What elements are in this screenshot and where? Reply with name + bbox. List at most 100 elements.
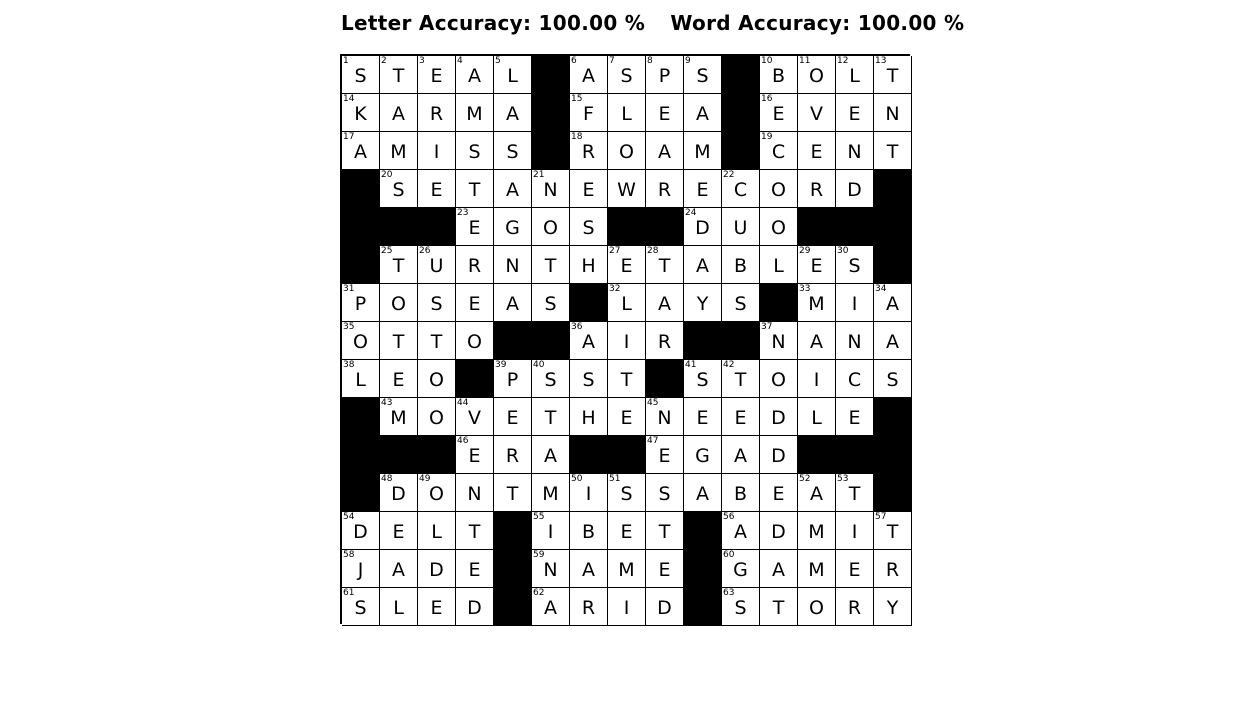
grid-cell[interactable]: B: [722, 246, 760, 284]
grid-cell[interactable]: G: [494, 208, 532, 246]
grid-cell[interactable]: L: [608, 94, 646, 132]
grid-cell[interactable]: A: [570, 550, 608, 588]
grid-cell[interactable]: Y: [684, 284, 722, 322]
grid-cell[interactable]: D: [760, 512, 798, 550]
grid-cell[interactable]: R: [798, 170, 836, 208]
grid-cell[interactable]: A: [760, 550, 798, 588]
grid-cell[interactable]: 6A: [570, 56, 608, 94]
grid-cell[interactable]: O: [456, 322, 494, 360]
grid-cell[interactable]: E: [684, 398, 722, 436]
grid-cell[interactable]: O: [532, 208, 570, 246]
grid-cell[interactable]: L: [798, 398, 836, 436]
grid-cell[interactable]: 10 B: [760, 56, 798, 94]
grid-cell[interactable]: S: [494, 132, 532, 170]
grid-cell[interactable]: M: [798, 512, 836, 550]
grid-cell[interactable]: 63 S: [722, 588, 760, 626]
grid-cell[interactable]: E: [456, 550, 494, 588]
grid-cell[interactable]: 53 T: [836, 474, 874, 512]
grid-cell[interactable]: 34 A: [874, 284, 912, 322]
grid-cell[interactable]: T: [456, 170, 494, 208]
grid-cell[interactable]: N: [836, 132, 874, 170]
grid-cell[interactable]: 33 M: [798, 284, 836, 322]
grid-cell[interactable]: T: [380, 322, 418, 360]
grid-cell[interactable]: 45 N: [646, 398, 684, 436]
grid-cell[interactable]: M: [798, 550, 836, 588]
grid-cell[interactable]: 13 T: [874, 56, 912, 94]
grid-cell[interactable]: A: [874, 322, 912, 360]
grid-cell[interactable]: 41 S: [684, 360, 722, 398]
grid-cell[interactable]: R: [570, 588, 608, 626]
grid-cell[interactable]: 51 S: [608, 474, 646, 512]
grid-cell[interactable]: 30 S: [836, 246, 874, 284]
grid-cell[interactable]: I: [798, 360, 836, 398]
grid-cell[interactable]: 46 E: [456, 436, 494, 474]
grid-cell[interactable]: H: [570, 398, 608, 436]
grid-cell[interactable]: A: [532, 436, 570, 474]
grid-cell[interactable]: 8P: [646, 56, 684, 94]
grid-cell[interactable]: I: [836, 284, 874, 322]
grid-cell[interactable]: S: [874, 360, 912, 398]
grid-cell[interactable]: D: [418, 550, 456, 588]
grid-cell[interactable]: 9S: [684, 56, 722, 94]
grid-cell[interactable]: B: [570, 512, 608, 550]
grid-cell[interactable]: D: [760, 398, 798, 436]
grid-cell[interactable]: 15 F: [570, 94, 608, 132]
grid-cell[interactable]: T: [874, 132, 912, 170]
grid-cell[interactable]: C: [836, 360, 874, 398]
grid-cell[interactable]: 1S: [342, 56, 380, 94]
grid-cell[interactable]: T: [646, 512, 684, 550]
grid-cell[interactable]: 54 D: [342, 512, 380, 550]
grid-cell[interactable]: E: [646, 94, 684, 132]
grid-cell[interactable]: R: [456, 246, 494, 284]
grid-cell[interactable]: E: [418, 170, 456, 208]
grid-cell[interactable]: E: [684, 170, 722, 208]
grid-cell[interactable]: 3E: [418, 56, 456, 94]
grid-cell[interactable]: O: [760, 208, 798, 246]
grid-cell[interactable]: E: [836, 398, 874, 436]
grid-cell[interactable]: T: [608, 360, 646, 398]
grid-cell[interactable]: I: [608, 588, 646, 626]
grid-cell[interactable]: S: [570, 208, 608, 246]
grid-cell[interactable]: A: [646, 284, 684, 322]
grid-cell[interactable]: E: [646, 550, 684, 588]
grid-cell[interactable]: R: [646, 322, 684, 360]
grid-cell[interactable]: M: [608, 550, 646, 588]
grid-cell[interactable]: V: [798, 94, 836, 132]
grid-cell[interactable]: N: [456, 474, 494, 512]
grid-cell[interactable]: H: [570, 246, 608, 284]
grid-cell[interactable]: 18 R: [570, 132, 608, 170]
grid-cell[interactable]: R: [836, 588, 874, 626]
grid-cell[interactable]: D: [760, 436, 798, 474]
grid-cell[interactable]: 5L: [494, 56, 532, 94]
grid-cell[interactable]: 21 N: [532, 170, 570, 208]
grid-cell[interactable]: E: [380, 512, 418, 550]
grid-cell[interactable]: 60 G: [722, 550, 760, 588]
grid-cell[interactable]: 19 C: [760, 132, 798, 170]
grid-cell[interactable]: 38 L: [342, 360, 380, 398]
grid-cell[interactable]: R: [646, 170, 684, 208]
grid-cell[interactable]: S: [456, 132, 494, 170]
grid-cell[interactable]: T: [418, 322, 456, 360]
grid-cell[interactable]: 23 E: [456, 208, 494, 246]
grid-cell[interactable]: 35 O: [342, 322, 380, 360]
grid-cell[interactable]: L: [380, 588, 418, 626]
grid-cell[interactable]: T: [532, 246, 570, 284]
grid-cell[interactable]: 24 D: [684, 208, 722, 246]
grid-cell[interactable]: 4A: [456, 56, 494, 94]
grid-cell[interactable]: O: [760, 360, 798, 398]
grid-cell[interactable]: O: [798, 588, 836, 626]
grid-cell[interactable]: 58 J: [342, 550, 380, 588]
grid-cell[interactable]: E: [836, 94, 874, 132]
grid-cell[interactable]: N: [836, 322, 874, 360]
grid-cell[interactable]: 61 S: [342, 588, 380, 626]
grid-cell[interactable]: R: [494, 436, 532, 474]
grid-cell[interactable]: 52 A: [798, 474, 836, 512]
grid-cell[interactable]: E: [456, 284, 494, 322]
grid-cell[interactable]: 50 I: [570, 474, 608, 512]
grid-cell[interactable]: T: [494, 474, 532, 512]
grid-cell[interactable]: 12 L: [836, 56, 874, 94]
grid-cell[interactable]: S: [570, 360, 608, 398]
grid-cell[interactable]: 32 L: [608, 284, 646, 322]
grid-cell[interactable]: U: [722, 208, 760, 246]
grid-cell[interactable]: E: [798, 132, 836, 170]
